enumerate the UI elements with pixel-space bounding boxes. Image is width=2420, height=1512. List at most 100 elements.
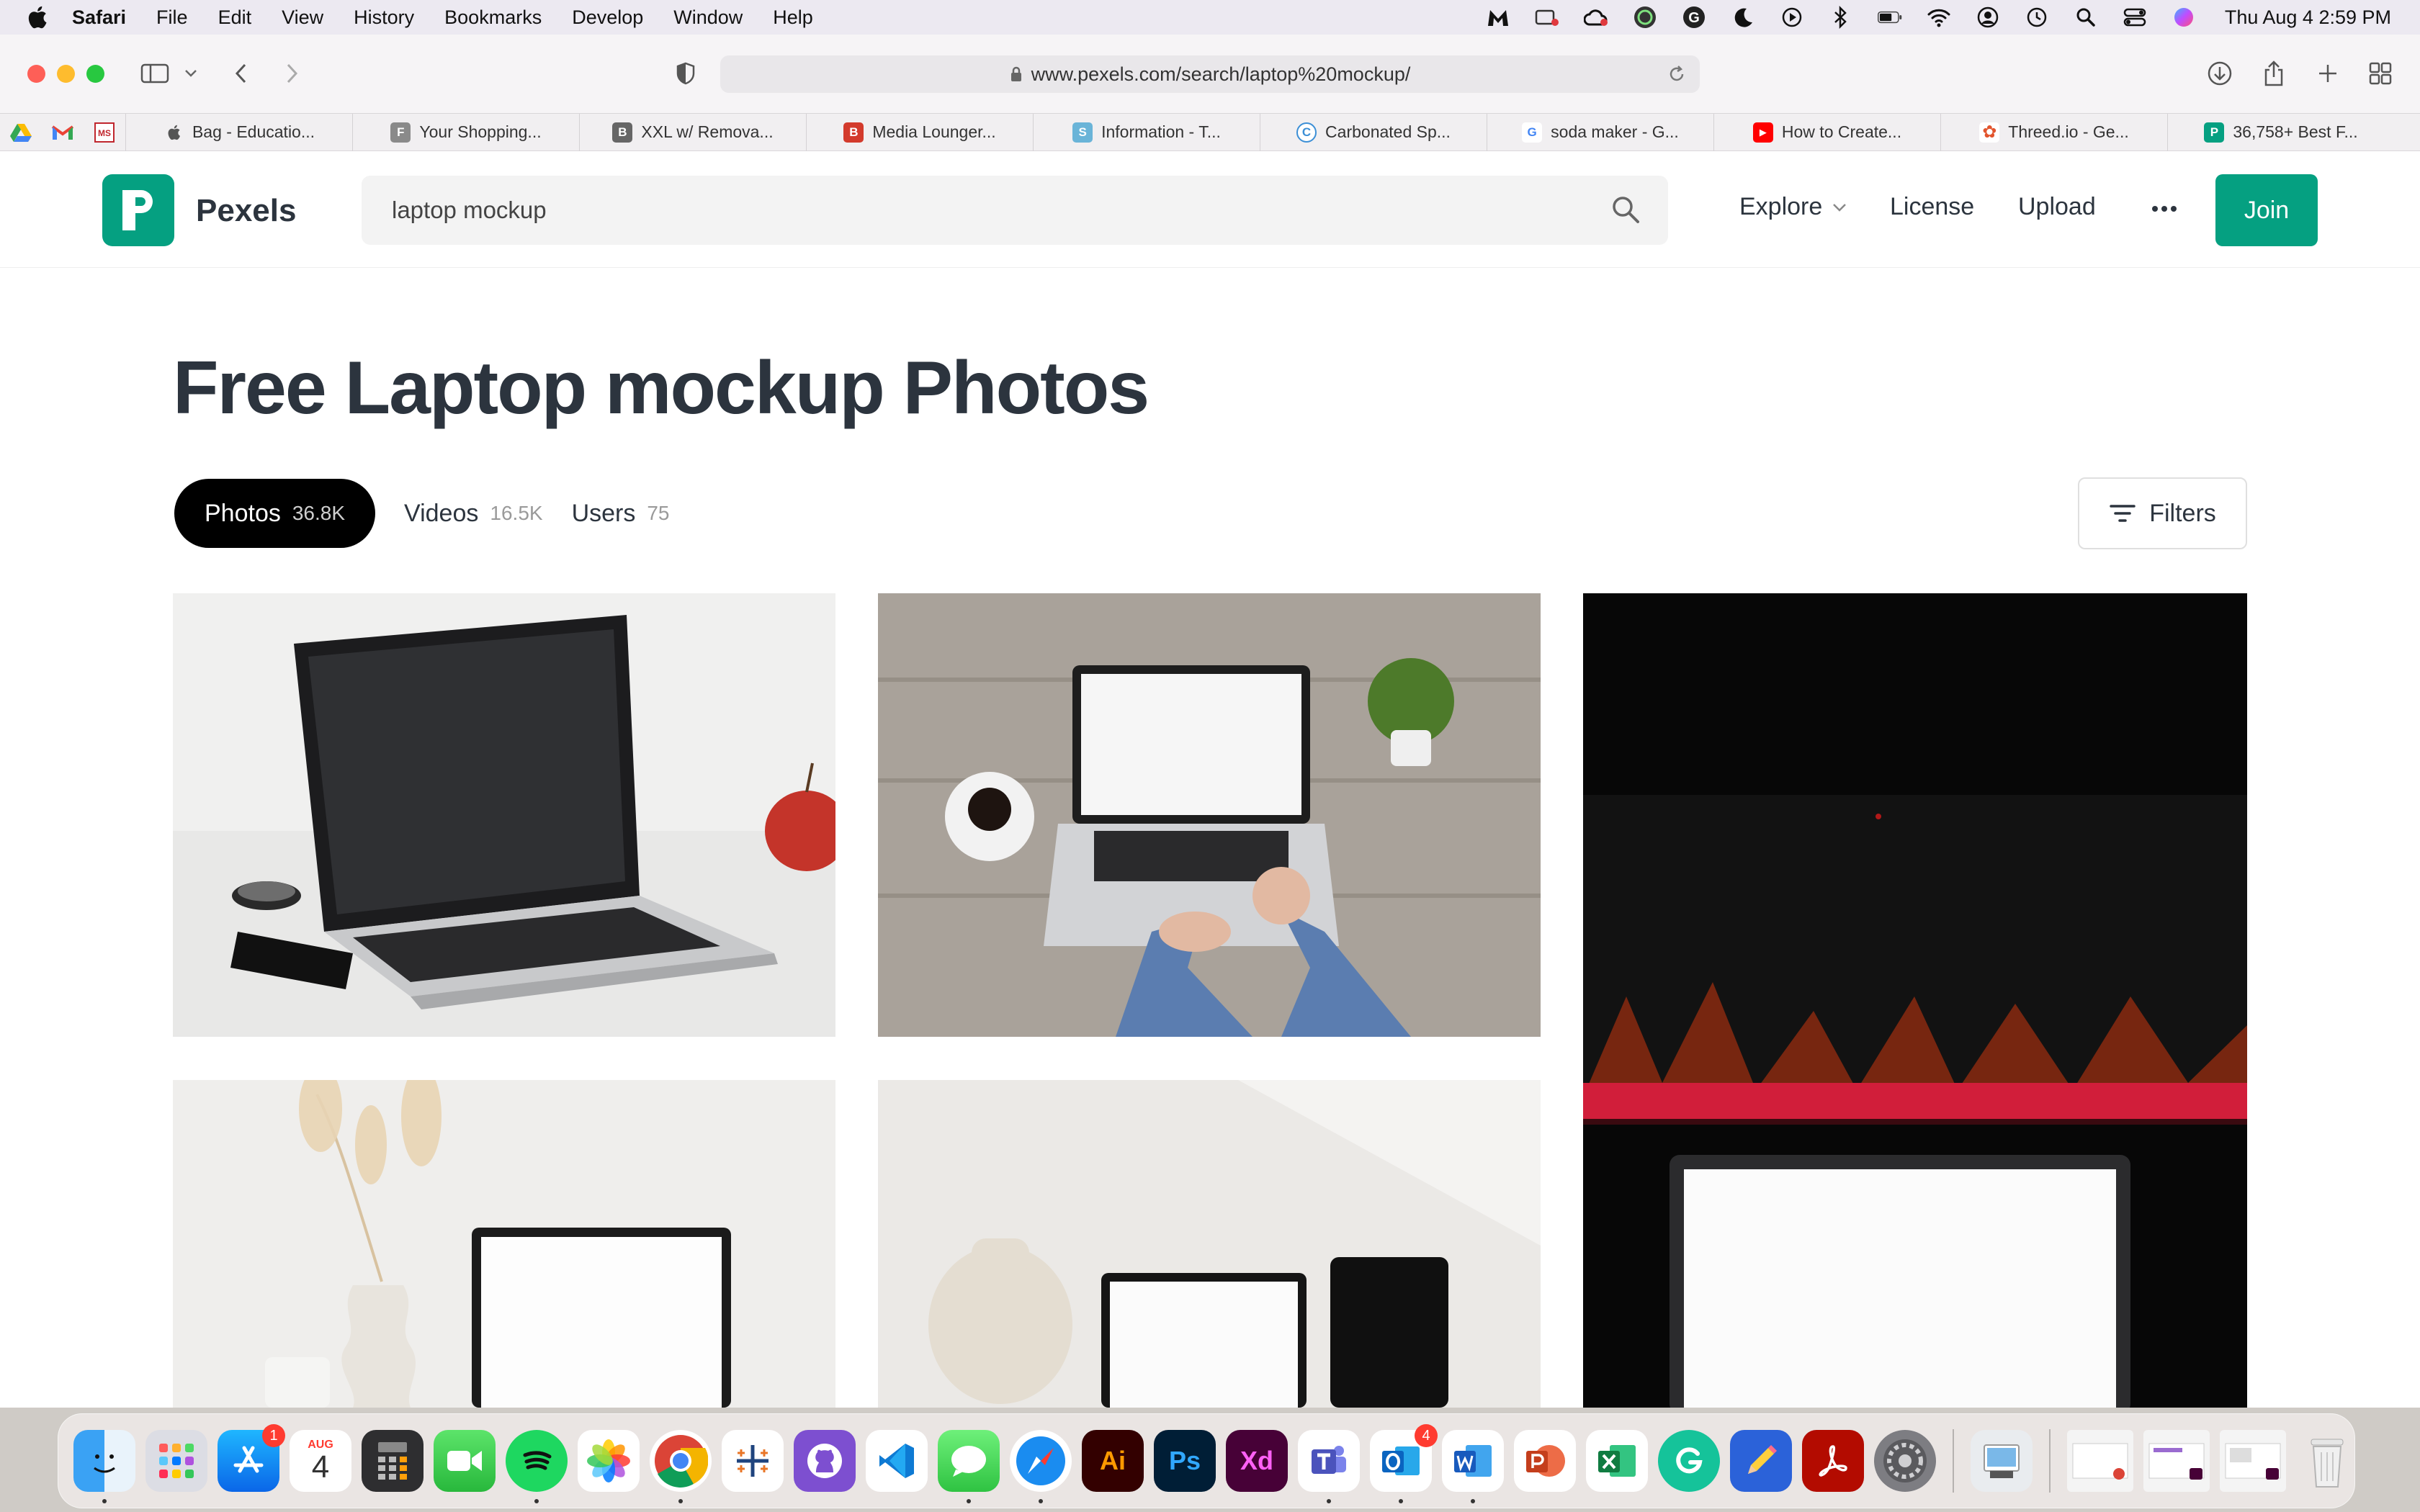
nav-upload[interactable]: Upload <box>2018 193 2096 221</box>
minimize-window-button[interactable] <box>57 65 75 83</box>
privacy-shield-icon[interactable] <box>664 55 707 92</box>
photo-laptop-tablet[interactable] <box>878 1080 1541 1408</box>
favorite-bookmark[interactable]: ▶ How to Create... <box>1713 113 1940 151</box>
tab-group-chevron-icon[interactable] <box>173 55 209 92</box>
dock-calendar[interactable]: AUG 4 <box>290 1430 351 1492</box>
nav-license[interactable]: License <box>1890 193 1974 221</box>
dock-word[interactable] <box>1442 1430 1504 1503</box>
grammarly-status-icon[interactable] <box>1633 5 1657 30</box>
search-input[interactable] <box>392 193 1544 228</box>
site-logo-text[interactable]: Pexels <box>196 193 296 229</box>
dock-grammarly[interactable] <box>1658 1430 1720 1492</box>
gmail-icon[interactable] <box>42 114 84 151</box>
dock-launchpad[interactable] <box>145 1430 207 1492</box>
menu-bar-clock[interactable]: Thu Aug 4 2:59 PM <box>2225 6 2391 29</box>
new-tab-icon[interactable] <box>2306 55 2349 92</box>
downloads-icon[interactable] <box>2198 55 2241 92</box>
time-machine-icon[interactable] <box>2025 5 2049 30</box>
close-window-button[interactable] <box>27 65 45 83</box>
menu-view[interactable]: View <box>282 6 323 29</box>
favorite-bookmark[interactable]: G soda maker - G... <box>1487 113 1713 151</box>
dock-powerpoint[interactable] <box>1514 1430 1576 1492</box>
menu-file[interactable]: File <box>156 6 188 29</box>
dock-finder[interactable] <box>73 1430 135 1503</box>
menu-safari[interactable]: Safari <box>72 6 126 29</box>
dock-acrobat[interactable] <box>1802 1430 1864 1492</box>
dock-outlook[interactable]: 4 <box>1370 1424 1438 1503</box>
dock-chrome[interactable] <box>650 1430 712 1503</box>
favorite-bookmark[interactable]: Bag - Educatio... <box>125 113 352 151</box>
menu-help[interactable]: Help <box>773 6 813 29</box>
tab-videos[interactable]: Videos 16.5K <box>375 479 572 548</box>
tab-photos[interactable]: Photos 36.8K <box>174 479 376 548</box>
forward-button[interactable] <box>270 55 313 92</box>
tab-overview-icon[interactable] <box>2359 55 2402 92</box>
photo-laptop-fireplace[interactable] <box>1583 593 2247 1408</box>
favorite-bookmark[interactable]: B XXL w/ Remova... <box>579 113 806 151</box>
photo-laptop-wood-desk[interactable] <box>878 593 1541 1037</box>
dock-spotify[interactable] <box>506 1430 568 1503</box>
menu-history[interactable]: History <box>354 6 414 29</box>
tab-users[interactable]: Users 75 <box>572 479 699 548</box>
sidebar-toggle-button[interactable] <box>133 55 176 92</box>
dock-illustrator[interactable]: Ai <box>1082 1430 1144 1492</box>
more-options-icon[interactable] <box>2139 187 2190 230</box>
dock-photos[interactable] <box>578 1430 640 1492</box>
dock-tableau[interactable] <box>722 1430 784 1492</box>
play-icon[interactable] <box>1780 5 1804 30</box>
bluetooth-icon[interactable] <box>1829 5 1853 30</box>
apple-menu-icon[interactable] <box>26 5 50 30</box>
favorite-bookmark[interactable]: F Your Shopping... <box>352 113 579 151</box>
siri-icon[interactable] <box>2172 5 2196 30</box>
user-account-icon[interactable] <box>1976 5 2000 30</box>
dock-vscode[interactable] <box>866 1430 928 1492</box>
malwarebytes-icon[interactable] <box>1486 5 1510 30</box>
dock-app-store[interactable]: 1 <box>218 1424 285 1492</box>
photo-laptop-vase[interactable] <box>173 1080 835 1408</box>
photo-laptop-apple[interactable] <box>173 593 835 1037</box>
dock-preview[interactable] <box>1971 1430 2033 1492</box>
google-drive-icon[interactable] <box>0 114 42 151</box>
address-bar[interactable]: www.pexels.com/search/laptop%20mockup/ <box>720 55 1700 93</box>
nav-explore[interactable]: Explore <box>1739 193 1847 221</box>
wifi-icon[interactable] <box>1927 5 1951 30</box>
dock-minimized-window[interactable] <box>2067 1430 2133 1492</box>
join-button[interactable]: Join <box>2215 174 2318 246</box>
favorite-bookmark[interactable]: P 36,758+ Best F... <box>2167 113 2394 151</box>
screen-record-icon[interactable] <box>1535 5 1559 30</box>
menu-edit[interactable]: Edit <box>218 6 252 29</box>
dock-teams[interactable] <box>1298 1430 1360 1503</box>
dock-trash[interactable] <box>2296 1430 2358 1492</box>
dock-facetime[interactable] <box>434 1430 496 1492</box>
dock-pencil[interactable] <box>1730 1430 1792 1492</box>
back-button[interactable] <box>220 55 263 92</box>
dock-calculator[interactable] <box>362 1430 424 1492</box>
dock-github-desktop[interactable] <box>794 1430 856 1492</box>
dock-minimized-window[interactable] <box>2220 1430 2286 1492</box>
share-icon[interactable] <box>2252 55 2295 92</box>
favorite-bookmark[interactable]: S Information - T... <box>1033 113 1260 151</box>
control-center-icon[interactable] <box>2123 5 2147 30</box>
filters-button[interactable]: Filters <box>2078 477 2247 549</box>
dock-safari[interactable] <box>1010 1430 1072 1503</box>
dock-minimized-window[interactable] <box>2143 1430 2210 1492</box>
pexels-logo-icon[interactable] <box>102 174 174 246</box>
reload-icon[interactable] <box>1667 64 1687 89</box>
search-box[interactable] <box>362 176 1668 245</box>
favorite-bookmark[interactable]: ✿ Threed.io - Ge... <box>1940 113 2167 151</box>
google-drive-status-icon[interactable]: G <box>1682 5 1706 30</box>
dock-adobe-xd[interactable]: Xd <box>1226 1430 1288 1492</box>
dock-excel[interactable] <box>1586 1430 1648 1492</box>
favorite-bookmark[interactable]: C Carbonated Sp... <box>1260 113 1487 151</box>
menu-develop[interactable]: Develop <box>572 6 643 29</box>
menu-bookmarks[interactable]: Bookmarks <box>444 6 542 29</box>
zoom-window-button[interactable] <box>86 65 104 83</box>
menu-window[interactable]: Window <box>673 6 743 29</box>
favorite-bookmark[interactable]: B Media Lounger... <box>806 113 1033 151</box>
battery-icon[interactable] <box>1877 5 1902 30</box>
bookmark-ms-icon[interactable]: MS <box>84 114 125 151</box>
dock-system-preferences[interactable] <box>1874 1430 1936 1492</box>
spotlight-search-icon[interactable] <box>2074 5 2098 30</box>
dock-messages[interactable] <box>938 1430 1000 1503</box>
creative-cloud-icon[interactable] <box>1583 5 1608 30</box>
